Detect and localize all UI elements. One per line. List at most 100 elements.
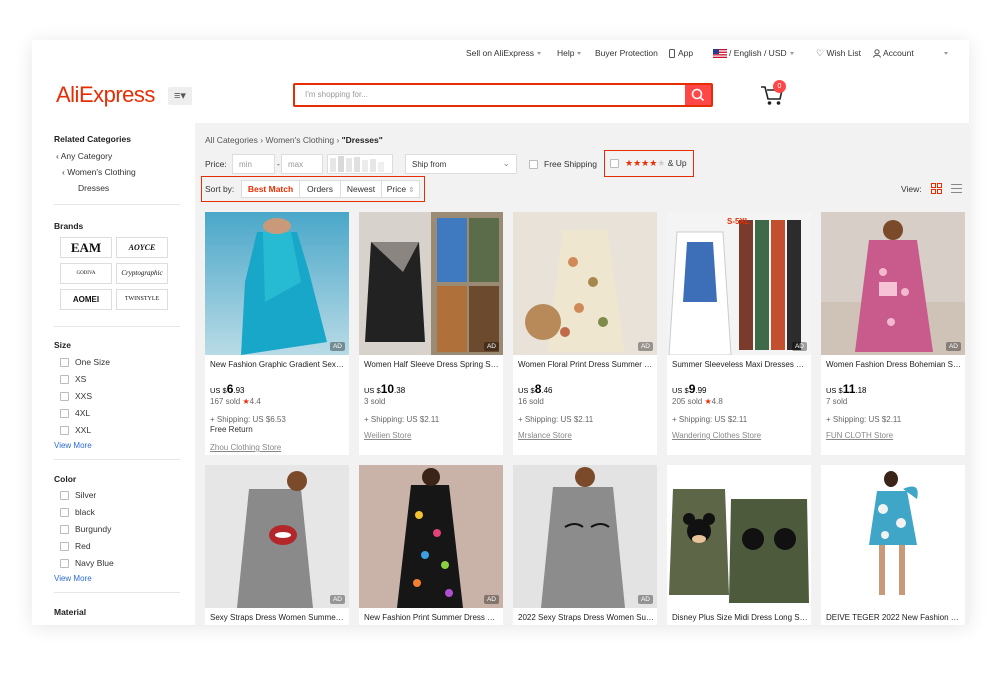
brand-logo-twinstyle[interactable]: TWINSTYLE: [116, 289, 168, 310]
checkbox[interactable]: [610, 159, 619, 169]
breadcrumb-all-categories[interactable]: All Categories: [205, 135, 258, 145]
brand-logo-cryptographic[interactable]: Cryptographic: [116, 263, 168, 284]
hamburger-icon: ≡▾: [174, 90, 186, 102]
product-title[interactable]: Sexy Straps Dress Women Summer Print: [210, 613, 346, 622]
search-input[interactable]: I'm shopping for...: [305, 90, 368, 99]
product-card[interactable]: Disney Plus Size Midi Dress Long Sleeve: [667, 465, 811, 625]
color-option[interactable]: Red: [60, 541, 91, 552]
checkbox[interactable]: [60, 409, 69, 419]
brand-logo-godiva[interactable]: GODIVA: [60, 263, 112, 284]
product-card[interactable]: AD New Fashion Graphic Gradient Sexy Dre…: [205, 212, 349, 455]
product-card[interactable]: AD 2022 Sexy Straps Dress Women Summer: [513, 465, 657, 625]
product-card[interactable]: S-5XL AD Summer Sleeveless Maxi Dresses …: [667, 212, 811, 455]
product-title[interactable]: DEIVE TEGER 2022 New Fashion Women: [826, 613, 962, 622]
any-category-link[interactable]: ‹ Any Category: [56, 151, 112, 161]
checkbox[interactable]: [529, 160, 538, 170]
store-link[interactable]: Weilien Store: [364, 431, 411, 440]
brand-logo-aoyce[interactable]: AOYCE: [116, 237, 168, 258]
brand-logo-eam[interactable]: EAM: [60, 237, 112, 258]
ship-from-select[interactable]: Ship from ⌄: [405, 154, 517, 174]
product-title[interactable]: Women Floral Print Dress Summer Casual: [518, 360, 654, 369]
size-option[interactable]: 4XL: [60, 408, 91, 419]
product-image[interactable]: [821, 465, 965, 608]
chevron-down-icon: [577, 52, 582, 56]
color-option[interactable]: Navy Blue: [60, 558, 114, 569]
color-option[interactable]: Burgundy: [60, 524, 111, 535]
product-title[interactable]: New Fashion Graphic Gradient Sexy Dress: [210, 360, 346, 369]
checkbox[interactable]: [60, 426, 69, 436]
store-link[interactable]: Wandering Clothes Store: [672, 431, 761, 440]
product-card[interactable]: AD New Fashion Print Summer Dress Women: [359, 465, 503, 625]
color-view-more-link[interactable]: View More: [54, 574, 92, 583]
womens-clothing-link[interactable]: ‹ Women's Clothing: [62, 167, 136, 177]
product-title[interactable]: Disney Plus Size Midi Dress Long Sleeve: [672, 613, 808, 622]
product-image[interactable]: [821, 212, 965, 355]
buyer-protection-link[interactable]: Buyer Protection: [595, 48, 658, 58]
product-image[interactable]: [205, 465, 349, 608]
aliexpress-logo[interactable]: AliExpress: [56, 82, 155, 108]
sort-best-match[interactable]: Best Match: [241, 180, 300, 198]
size-option[interactable]: XXS: [60, 391, 92, 402]
product-title[interactable]: Women Fashion Dress Bohemian Style: [826, 360, 962, 369]
locale-selector[interactable]: / English / USD: [713, 48, 794, 59]
product-title[interactable]: Women Half Sleeve Dress Spring Summer: [364, 360, 500, 369]
product-card[interactable]: AD Sexy Straps Dress Women Summer Print: [205, 465, 349, 625]
app-link[interactable]: App: [669, 48, 693, 59]
product-image[interactable]: [513, 465, 657, 608]
size-label: 4XL: [75, 408, 91, 418]
checkbox[interactable]: [60, 358, 69, 368]
dresses-category[interactable]: Dresses: [78, 183, 109, 193]
product-title[interactable]: New Fashion Print Summer Dress Women: [364, 613, 500, 622]
checkbox[interactable]: [60, 525, 69, 535]
sort-orders[interactable]: Orders: [299, 180, 341, 198]
price-range-histogram[interactable]: [327, 154, 393, 174]
search-button[interactable]: [685, 85, 711, 105]
breadcrumb-womens-clothing[interactable]: Women's Clothing: [266, 135, 335, 145]
checkbox[interactable]: [60, 491, 69, 501]
four-stars-and-up-filter[interactable]: ★★★★★ & Up: [610, 158, 687, 169]
store-link[interactable]: Mrslance Store: [518, 431, 572, 440]
product-image[interactable]: [359, 465, 503, 608]
product-card[interactable]: AD Women Fashion Dress Bohemian Style US…: [821, 212, 965, 455]
sell-on-aliexpress-link[interactable]: Sell on AliExpress: [466, 48, 542, 58]
list-view-icon[interactable]: [951, 183, 962, 194]
size-option[interactable]: One Size: [60, 357, 110, 368]
product-card[interactable]: DEIVE TEGER 2022 New Fashion Women: [821, 465, 965, 625]
size-option[interactable]: XS: [60, 374, 86, 385]
size-view-more-link[interactable]: View More: [54, 441, 92, 450]
product-image[interactable]: S-5XL: [667, 212, 811, 355]
checkbox[interactable]: [60, 375, 69, 385]
product-image[interactable]: [513, 212, 657, 355]
ad-badge: AD: [329, 342, 345, 351]
product-card[interactable]: AD Women Half Sleeve Dress Spring Summer…: [359, 212, 503, 455]
product-title[interactable]: Summer Sleeveless Maxi Dresses Women: [672, 360, 808, 369]
color-option[interactable]: Silver: [60, 490, 96, 501]
sort-newest[interactable]: Newest: [340, 180, 382, 198]
checkbox[interactable]: [60, 542, 69, 552]
help-link[interactable]: Help: [557, 48, 582, 58]
size-option[interactable]: XXL: [60, 425, 91, 436]
product-image[interactable]: [205, 212, 349, 355]
checkbox[interactable]: [60, 508, 69, 518]
checkbox[interactable]: [60, 392, 69, 402]
brand-name: AOYCE: [128, 243, 156, 252]
category-menu-button[interactable]: ≡▾: [168, 87, 192, 105]
store-link[interactable]: FUN CLOTH Store: [826, 431, 893, 440]
grid-view-icon[interactable]: [931, 183, 942, 194]
product-title[interactable]: 2022 Sexy Straps Dress Women Summer: [518, 613, 654, 622]
color-option[interactable]: black: [60, 507, 95, 518]
product-card[interactable]: AD Women Floral Print Dress Summer Casua…: [513, 212, 657, 455]
wish-list-link[interactable]: ♡ Wish List: [816, 48, 861, 59]
store-link[interactable]: Zhou Clothing Store: [210, 443, 281, 452]
price-min-input[interactable]: min: [232, 154, 275, 174]
product-image[interactable]: [359, 212, 503, 355]
account-link[interactable]: Account: [873, 48, 948, 58]
checkbox[interactable]: [60, 559, 69, 569]
free-shipping-option[interactable]: Free Shipping: [529, 159, 597, 170]
color-label: Navy Blue: [75, 558, 114, 568]
brand-logo-aomei[interactable]: AOMEI: [60, 289, 112, 310]
sort-price[interactable]: Price ⇕: [381, 180, 420, 198]
product-image[interactable]: [667, 465, 811, 608]
price-max-input[interactable]: max: [281, 154, 323, 174]
browser-page: Sell on AliExpress Help Buyer Protection…: [32, 40, 969, 625]
